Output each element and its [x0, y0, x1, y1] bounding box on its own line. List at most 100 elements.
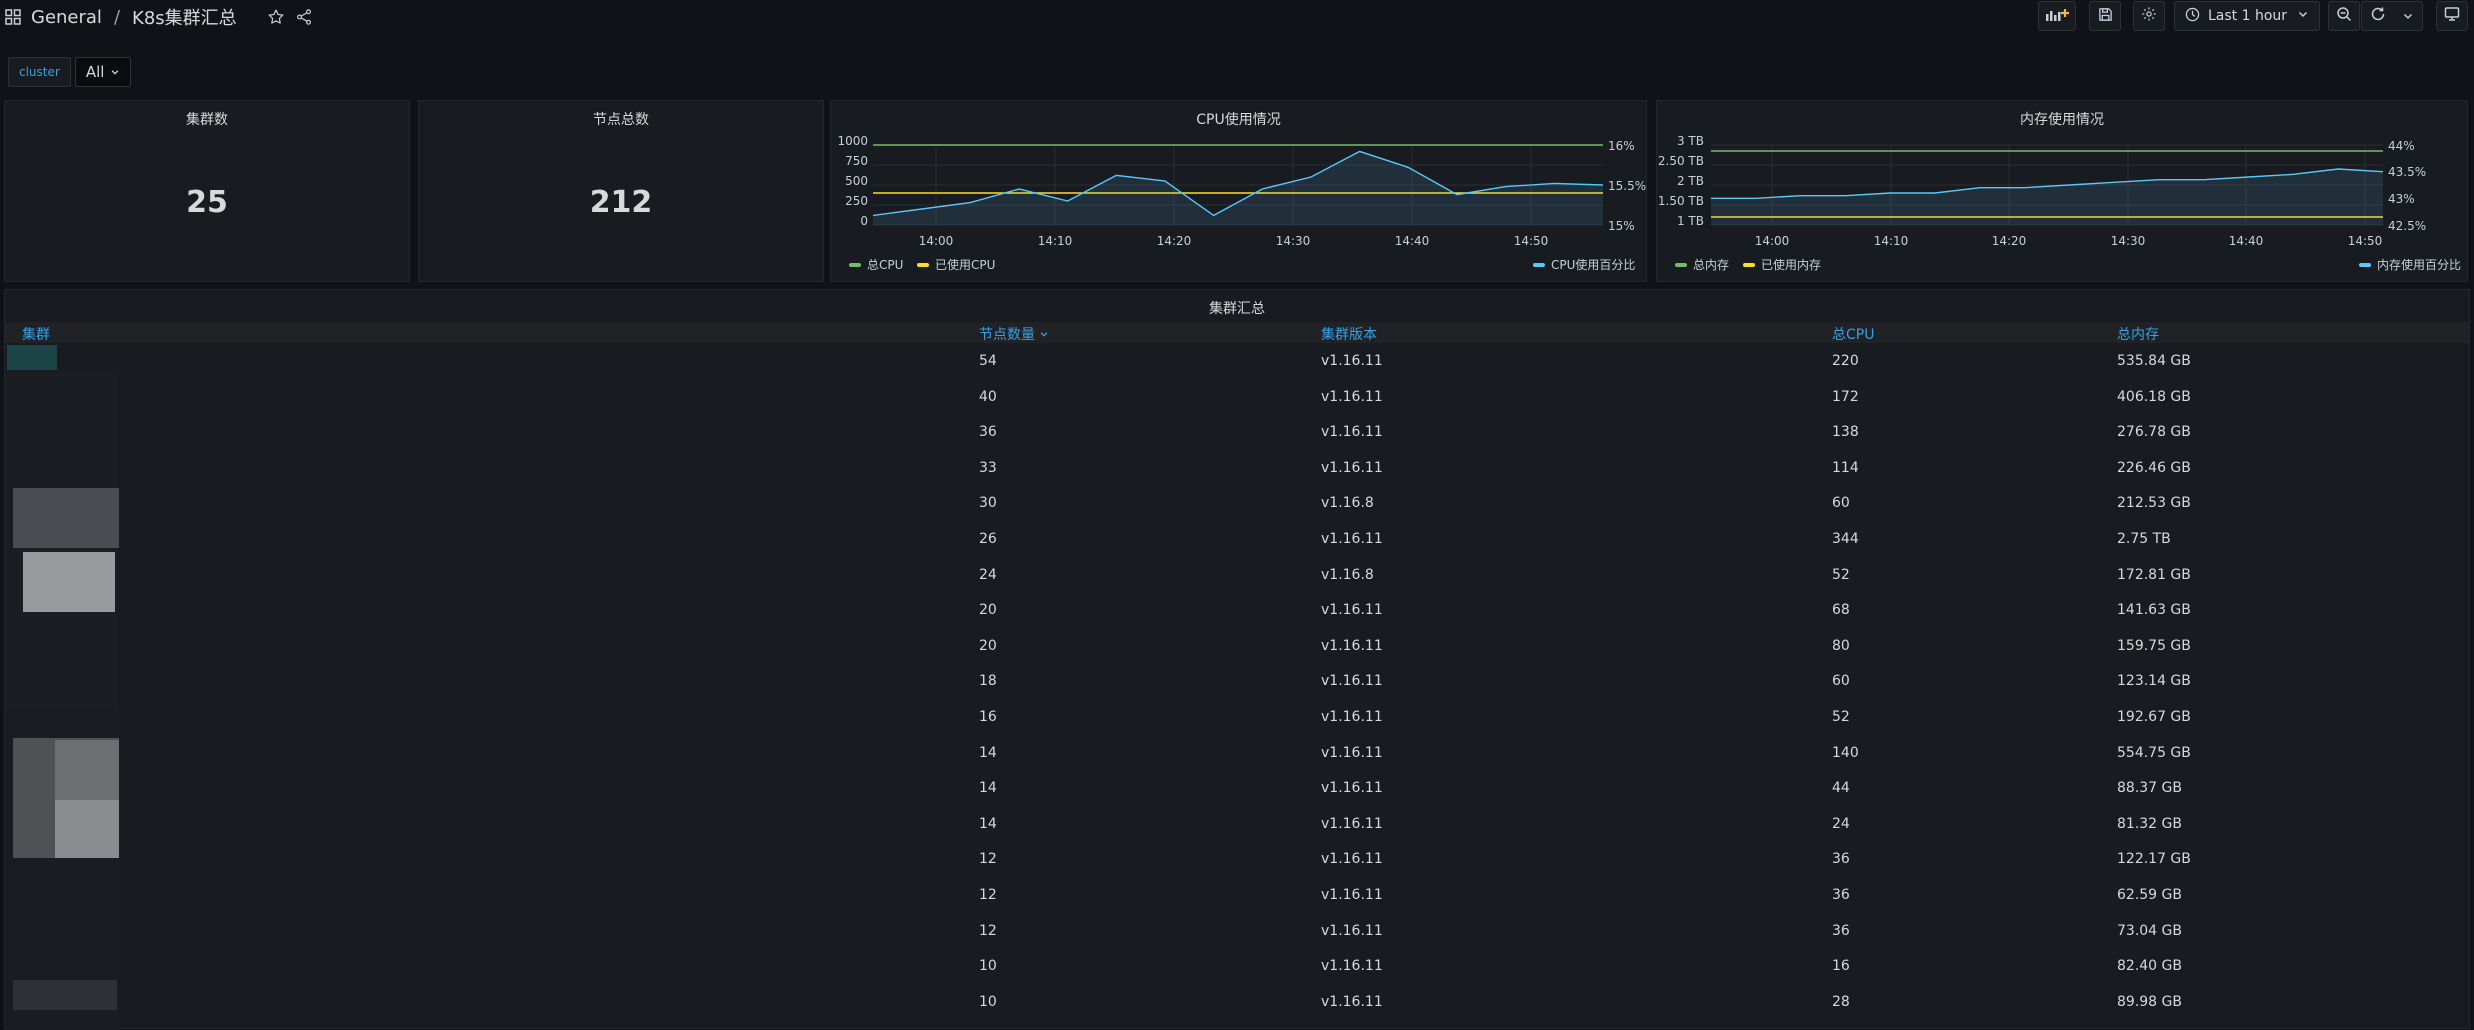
cell-node-count: 16	[979, 709, 997, 725]
y-tick-label: 1 TB	[1677, 214, 1704, 228]
table-row[interactable]: 14 v1.16.11 140 554.75 GB	[5, 737, 2469, 773]
column-header-node-count[interactable]: 节点数量	[979, 324, 1049, 344]
table-row[interactable]: 12 v1.16.11 36 62.59 GB	[5, 879, 2469, 915]
cell-version: v1.16.11	[1321, 780, 1383, 797]
memory-usage-panel[interactable]: 内存使用情况 3 TB 2.50 TB 2 TB 1.50 TB 1 TB 44…	[1656, 100, 2468, 282]
time-range-label: Last 1 hour	[2208, 8, 2288, 24]
table-row[interactable]: 12 v1.16.11 36 122.17 GB	[5, 843, 2469, 879]
y-tick-label: 750	[845, 154, 868, 168]
cell-total-memory: 554.75 GB	[2117, 744, 2191, 761]
panel-title[interactable]: 集群数	[5, 109, 409, 129]
legend-swatch	[1743, 262, 1755, 267]
table-row[interactable]: 10 v1.16.11 28 89.98 GB	[5, 986, 2469, 1022]
breadcrumb-folder[interactable]: General	[31, 7, 102, 28]
cell-node-count: 54	[979, 353, 997, 369]
legend-item[interactable]: 已使用内存	[1743, 256, 1821, 273]
x-tick-label: 14:50	[2348, 234, 2383, 248]
y2-tick-label: 15.5%	[1608, 179, 1646, 193]
cell-node-count: 14	[979, 780, 997, 797]
star-icon[interactable]	[267, 8, 285, 26]
cell-version: v1.16.11	[1321, 673, 1383, 690]
cell-total-cpu: 172	[1832, 388, 1859, 405]
table-row[interactable]: 54 v1.16.11 220 535.84 GB	[5, 345, 2469, 381]
table-row[interactable]: 33 v1.16.11 114 226.46 GB	[5, 452, 2469, 488]
cell-version: v1.16.8	[1321, 495, 1374, 512]
cpu-usage-chart[interactable]: 1000 750 500 250 0 16% 15.5% 15% 14:00 1…	[831, 101, 1646, 281]
table-header: 集群 节点数量 集群版本 总CPU 总内存	[5, 322, 2469, 343]
column-header-total-memory[interactable]: 总内存	[2117, 324, 2159, 344]
cell-total-cpu: 220	[1832, 353, 1859, 369]
legend-item[interactable]: 总CPU	[849, 256, 903, 273]
page-title[interactable]: K8s集群汇总	[132, 4, 237, 30]
table-row[interactable]: 14 v1.16.11 44 88.37 GB	[5, 772, 2469, 808]
cell-version: v1.16.11	[1321, 424, 1383, 441]
stat-panel-cluster-count[interactable]: 集群数 25	[4, 100, 410, 282]
table-row[interactable]: 26 v1.16.11 344 2.75 TB	[5, 523, 2469, 559]
cluster-variable-select[interactable]: All	[74, 57, 132, 87]
add-panel-button[interactable]	[2038, 1, 2076, 31]
legend-label: 已使用内存	[1761, 258, 1822, 272]
cell-version: v1.16.11	[1321, 993, 1383, 1010]
zoom-out-icon	[2336, 6, 2352, 26]
table-row[interactable]: 40 v1.16.11 172 406.18 GB	[5, 381, 2469, 417]
table-row[interactable]: 16 v1.16.11 52 192.67 GB	[5, 701, 2469, 737]
save-dashboard-button[interactable]	[2089, 1, 2121, 31]
y2-tick-label: 43.5%	[2388, 165, 2426, 179]
zoom-out-button[interactable]	[2328, 1, 2360, 31]
y2-tick-label: 44%	[2388, 139, 2415, 153]
panel-title[interactable]: 集群汇总	[5, 298, 2469, 318]
cell-version: v1.16.11	[1321, 851, 1383, 868]
cell-node-count: 26	[979, 531, 997, 547]
table-row[interactable]: 20 v1.16.11 80 159.75 GB	[5, 630, 2469, 666]
table-row[interactable]: 24 v1.16.8 52 172.81 GB	[5, 559, 2469, 595]
cell-node-count: 10	[979, 993, 997, 1010]
table-row[interactable]: 18 v1.16.11 60 123.14 GB	[5, 665, 2469, 701]
cell-total-cpu: 60	[1832, 495, 1850, 512]
time-picker-button[interactable]: Last 1 hour	[2174, 1, 2320, 31]
redacted-block	[55, 800, 119, 858]
y2-tick-label: 43%	[2388, 192, 2415, 206]
cell-version: v1.16.11	[1321, 459, 1383, 476]
legend-item[interactable]: CPU使用百分比	[1533, 256, 1635, 273]
cell-total-memory: 159.75 GB	[2117, 637, 2191, 654]
cell-node-count: 10	[979, 958, 997, 975]
cell-total-memory: 88.37 GB	[2117, 780, 2182, 797]
x-tick-label: 14:00	[919, 234, 954, 248]
legend-item[interactable]: 已使用CPU	[917, 256, 995, 273]
chevron-down-icon	[2297, 8, 2309, 24]
refresh-button[interactable]	[2361, 1, 2423, 31]
column-header-cluster[interactable]: 集群	[22, 324, 50, 344]
legend-swatch	[1675, 262, 1687, 267]
column-header-version[interactable]: 集群版本	[1321, 324, 1377, 344]
cell-node-count: 20	[979, 637, 997, 654]
panel-title[interactable]: 节点总数	[419, 109, 823, 129]
table-row[interactable]: 36 v1.16.11 138 276.78 GB	[5, 416, 2469, 452]
table-row[interactable]: 30 v1.16.8 60 212.53 GB	[5, 487, 2469, 523]
column-header-total-cpu[interactable]: 总CPU	[1832, 324, 1874, 344]
stat-panel-node-count[interactable]: 节点总数 212	[418, 100, 824, 282]
dashboards-grid-icon[interactable]	[5, 9, 21, 25]
breadcrumb-separator: /	[113, 6, 121, 28]
table-row[interactable]: 12 v1.16.11 36 73.04 GB	[5, 915, 2469, 951]
cluster-summary-table-panel[interactable]: 集群汇总 集群 节点数量 集群版本 总CPU 总内存 54 v1.16.11 220…	[4, 289, 2470, 1030]
legend-item[interactable]: 总内存	[1675, 256, 1729, 273]
dashboard-settings-button[interactable]	[2133, 1, 2165, 31]
cell-node-count: 12	[979, 922, 997, 939]
cell-total-memory: 212.53 GB	[2117, 495, 2191, 512]
table-row[interactable]: 10 v1.16.11 16 82.40 GB	[5, 950, 2469, 986]
memory-usage-chart[interactable]: 3 TB 2.50 TB 2 TB 1.50 TB 1 TB 44% 43.5%…	[1657, 101, 2467, 281]
legend-item[interactable]: 内存使用百分比	[2359, 256, 2461, 273]
cpu-usage-panel[interactable]: CPU使用情况 1000 750 500 250 0 16% 15.5% 15%…	[830, 100, 1647, 282]
legend-label: 总CPU	[867, 258, 904, 272]
cell-total-cpu: 68	[1832, 602, 1850, 619]
refresh-interval-chevron-icon[interactable]	[2402, 7, 2414, 26]
legend-label: 已使用CPU	[935, 258, 996, 272]
tv-mode-button[interactable]	[2436, 1, 2468, 31]
table-row[interactable]: 14 v1.16.11 24 81.32 GB	[5, 808, 2469, 844]
table-row[interactable]: 20 v1.16.11 68 141.63 GB	[5, 594, 2469, 630]
share-icon[interactable]	[295, 8, 313, 26]
cell-node-count: 14	[979, 815, 997, 832]
y-tick-label: 0	[860, 214, 868, 228]
x-tick-label: 14:30	[2111, 234, 2146, 248]
x-tick-label: 14:10	[1874, 234, 1909, 248]
